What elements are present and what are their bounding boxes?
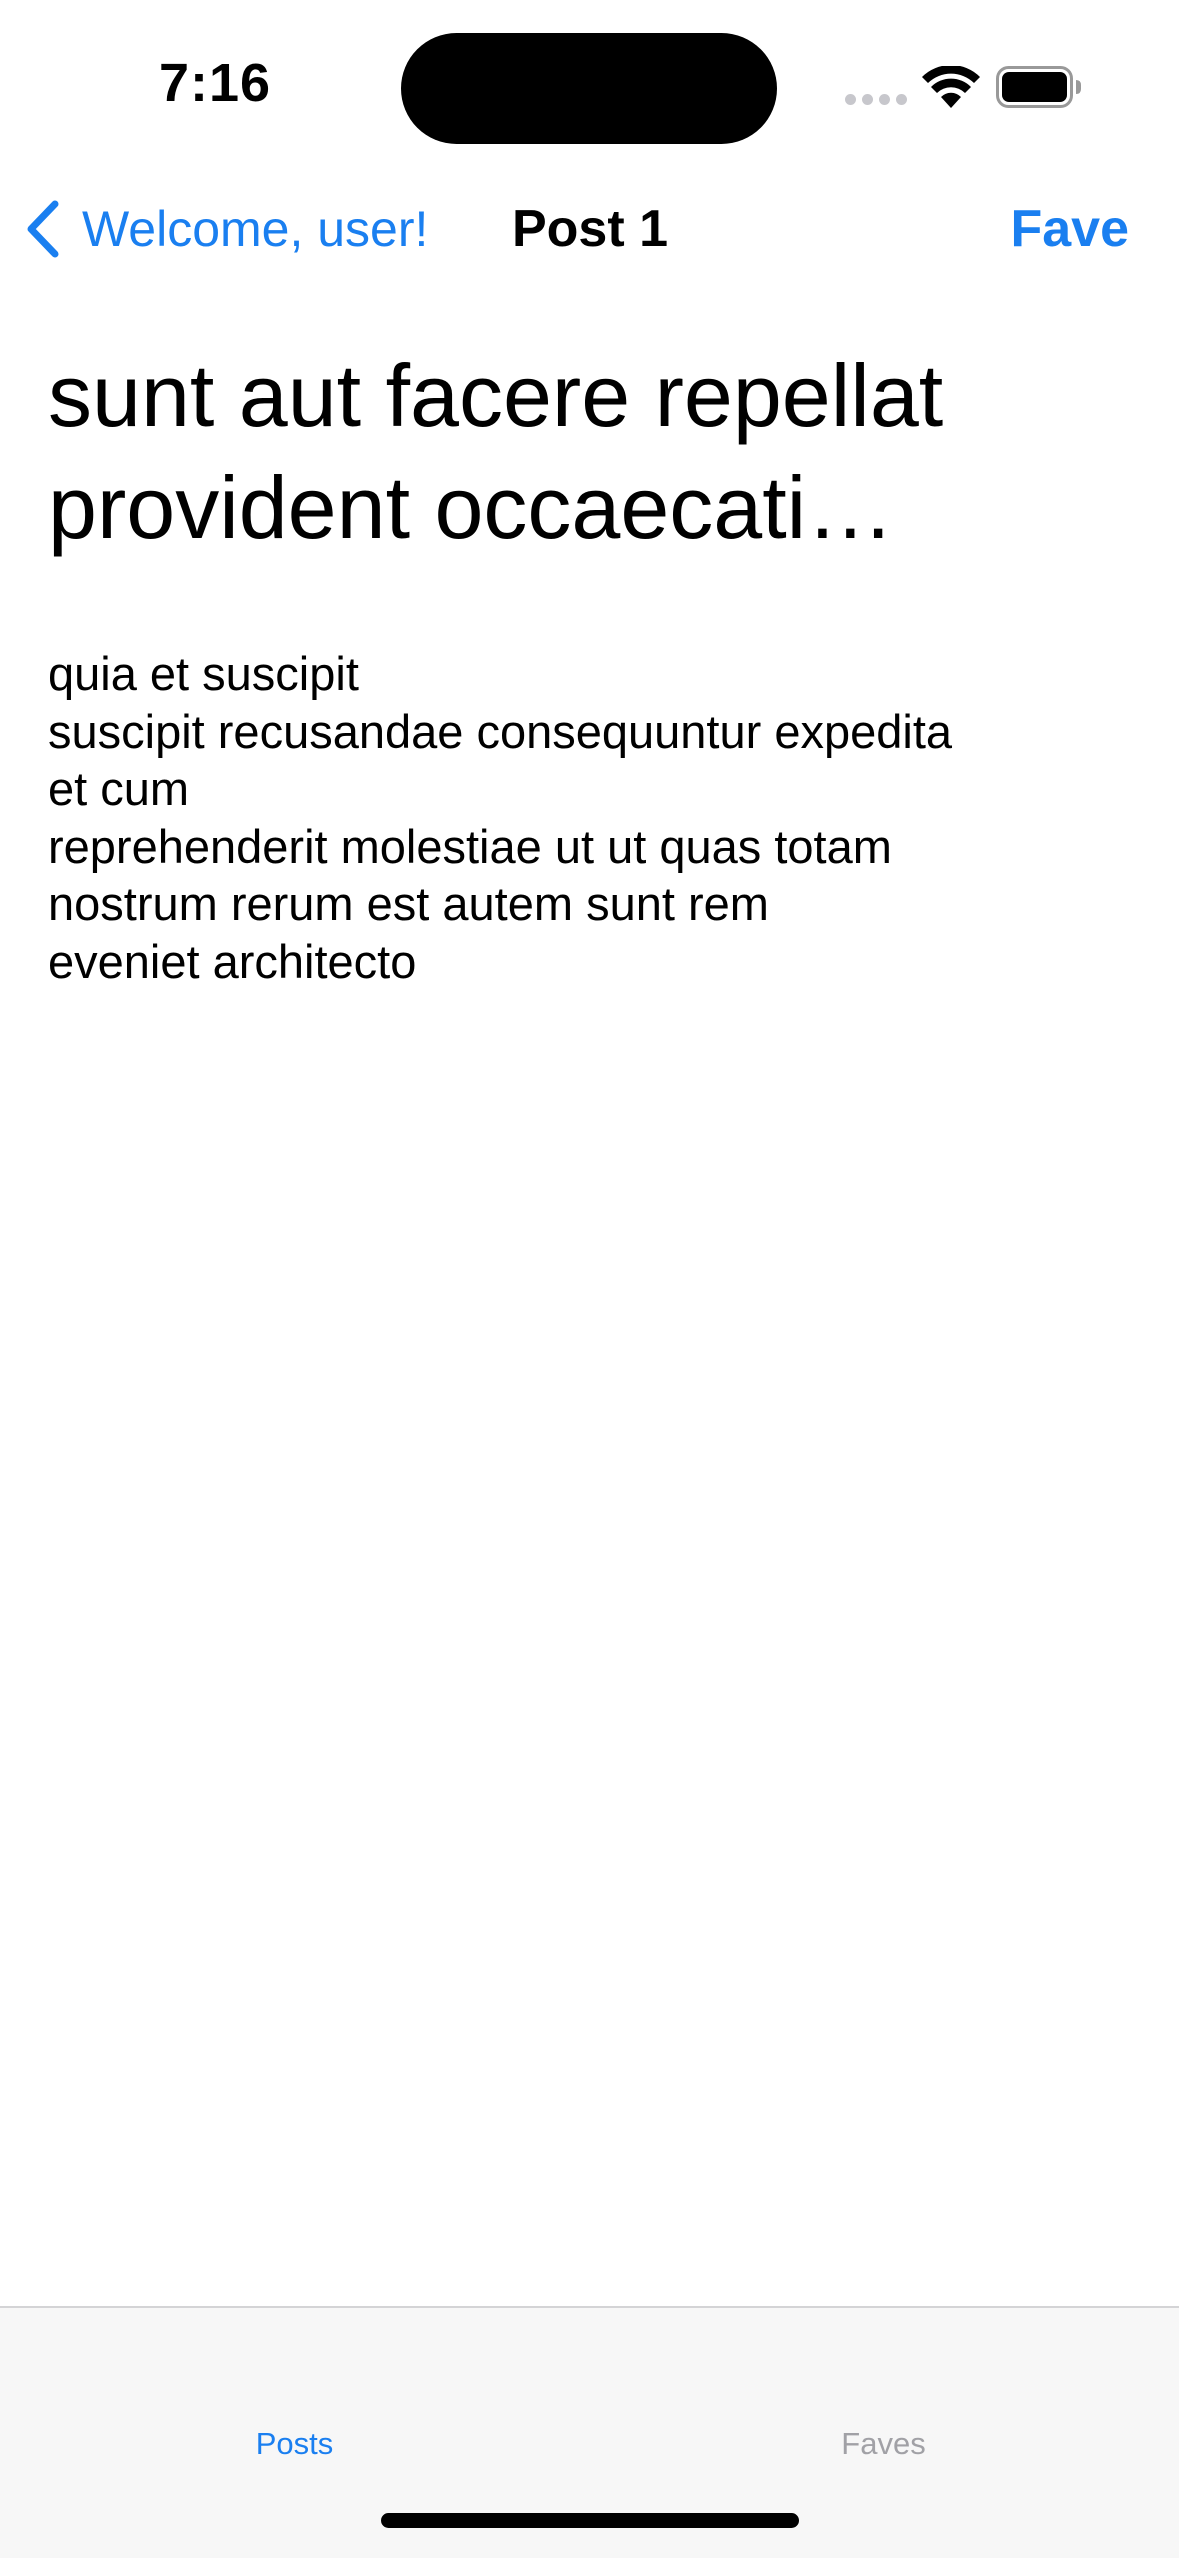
fave-button[interactable]: Fave [1010,194,1129,264]
cellular-signal-icon [845,94,907,108]
back-button[interactable]: Welcome, user! [22,194,428,264]
wifi-icon [922,66,980,108]
battery-full-icon [996,66,1081,108]
tab-posts[interactable]: Posts [0,2426,589,2462]
status-bar: 7:16 [0,0,1179,170]
post-title: sunt aut facere repellat provident occae… [48,346,944,557]
tab-faves[interactable]: Faves [589,2426,1178,2462]
post-body: quia et suscipit suscipit recusandae con… [48,647,953,988]
status-time: 7:16 [158,53,272,113]
navigation-bar: Welcome, user! Post 1 Fave [0,170,1179,285]
chevron-left-icon [27,200,59,258]
home-indicator [381,2513,799,2528]
page-title: Post 1 [511,200,669,258]
back-label: Welcome, user! [82,201,429,257]
dynamic-island [401,33,777,144]
